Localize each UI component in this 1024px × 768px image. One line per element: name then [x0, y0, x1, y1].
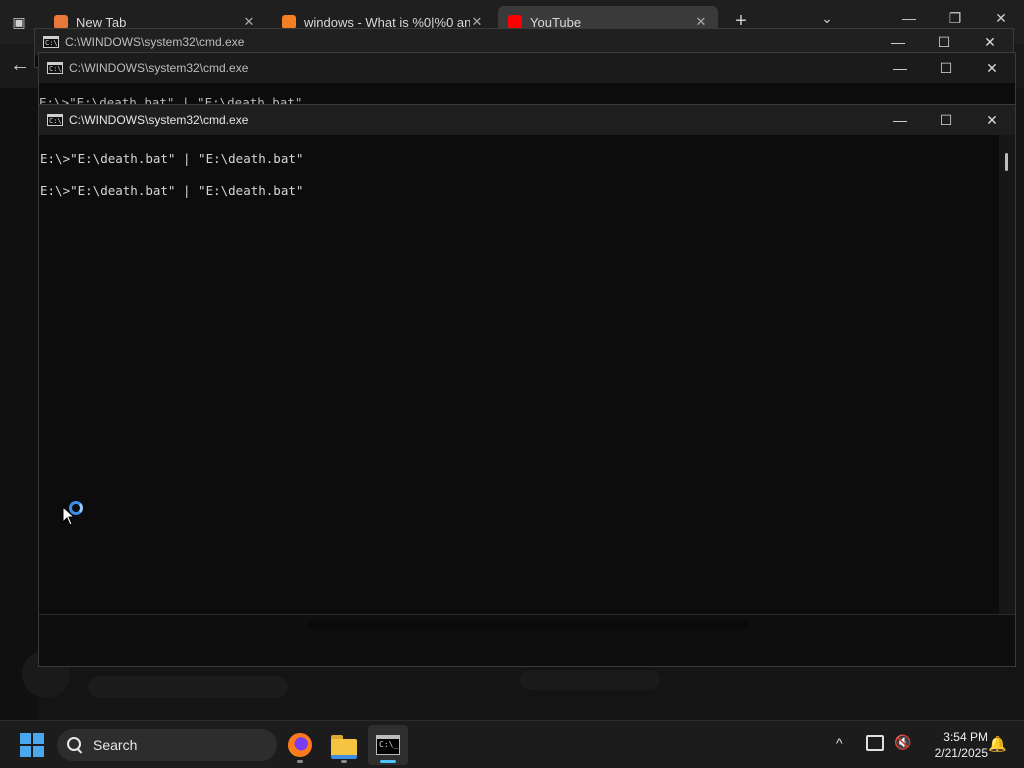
- start-button[interactable]: [20, 733, 44, 757]
- windows-logo-icon: [33, 733, 44, 744]
- cmd-app-icon: C:\: [43, 36, 59, 48]
- folder-icon: [331, 735, 357, 759]
- network-icon[interactable]: [866, 735, 884, 751]
- close-button[interactable]: ✕: [969, 112, 1015, 129]
- windows-logo-icon: [20, 746, 31, 757]
- busy-spinner-icon: [69, 501, 83, 515]
- running-indicator: [341, 760, 347, 763]
- minimize-button[interactable]: —: [875, 34, 921, 50]
- clock-time: 3:54 PM: [943, 730, 988, 744]
- console-output[interactable]: E:\>"E:\death.bat" | "E:\death.bat" E:\>…: [39, 135, 999, 614]
- console-line: E:\>"E:\death.bat" | "E:\death.bat": [40, 183, 304, 198]
- windows-logo-icon: [20, 733, 31, 744]
- taskbar: Search C:\_ ^ 🔇 3:54 PM 2/21/2025 🔔: [0, 720, 1024, 768]
- console-line: E:\>"E:\death.bat" | "E:\death.bat": [40, 151, 304, 166]
- browser-restore-button[interactable]: ❐: [940, 10, 970, 27]
- notification-bell-icon[interactable]: 🔔: [988, 735, 1007, 753]
- close-button[interactable]: ✕: [969, 60, 1015, 77]
- active-indicator: [380, 760, 396, 763]
- vertical-scrollbar[interactable]: [999, 135, 1015, 614]
- running-indicator: [297, 760, 303, 763]
- maximize-button[interactable]: ☐: [921, 34, 967, 51]
- cmd-app-icon: C:\: [47, 62, 63, 74]
- minimize-button[interactable]: —: [877, 60, 923, 76]
- cmd-window-main[interactable]: C:\ C:\WINDOWS\system32\cmd.exe — ☐ ✕ E:…: [38, 104, 1016, 667]
- browser-minimize-button[interactable]: —: [894, 10, 924, 26]
- cmd-window-title: C:\WINDOWS\system32\cmd.exe: [69, 113, 249, 127]
- taskbar-firefox[interactable]: [280, 725, 320, 765]
- cmd-window-title: C:\WINDOWS\system32\cmd.exe: [65, 35, 245, 49]
- tab-overview-icon[interactable]: ▣: [8, 12, 30, 32]
- tray-overflow-chevron-icon[interactable]: ^: [836, 735, 843, 751]
- cmd-icon: C:\_: [376, 735, 400, 755]
- youtube-favicon-icon: [508, 15, 522, 29]
- maximize-button[interactable]: ☐: [923, 112, 969, 129]
- maximize-button[interactable]: ☐: [923, 60, 969, 77]
- search-label: Search: [93, 737, 138, 753]
- page-placeholder-bar: [520, 670, 660, 690]
- back-button[interactable]: ←: [10, 54, 30, 77]
- taskbar-search[interactable]: Search: [57, 729, 277, 761]
- close-button[interactable]: ✕: [967, 34, 1013, 51]
- horizontal-scroll-track[interactable]: [309, 621, 749, 629]
- stackoverflow-favicon-icon: [282, 15, 296, 29]
- volume-muted-icon[interactable]: 🔇: [894, 734, 911, 751]
- search-icon: [67, 737, 83, 753]
- console-footer-area: [39, 614, 1015, 666]
- clock-date: 2/21/2025: [934, 746, 988, 760]
- minimize-button[interactable]: —: [877, 112, 923, 128]
- cmd-app-icon: C:\: [47, 114, 63, 126]
- tab-list-button[interactable]: ⌄: [816, 10, 838, 27]
- system-clock[interactable]: 3:54 PM 2/21/2025: [918, 729, 988, 761]
- firefox-icon: [288, 733, 312, 757]
- cmd-titlebar[interactable]: C:\ C:\WINDOWS\system32\cmd.exe — ☐ ✕: [39, 53, 1015, 83]
- browser-sidebar: [0, 88, 38, 720]
- firefox-favicon-icon: [54, 15, 68, 29]
- windows-logo-icon: [33, 746, 44, 757]
- cmd-titlebar[interactable]: C:\ C:\WINDOWS\system32\cmd.exe — ☐ ✕: [39, 105, 1015, 135]
- page-placeholder-bar: [88, 676, 288, 698]
- taskbar-cmd[interactable]: C:\_: [368, 725, 408, 765]
- browser-close-button[interactable]: ✕: [986, 10, 1016, 27]
- scrollbar-thumb[interactable]: [1005, 153, 1008, 171]
- taskbar-file-explorer[interactable]: [324, 725, 364, 765]
- cmd-window-title: C:\WINDOWS\system32\cmd.exe: [69, 61, 249, 75]
